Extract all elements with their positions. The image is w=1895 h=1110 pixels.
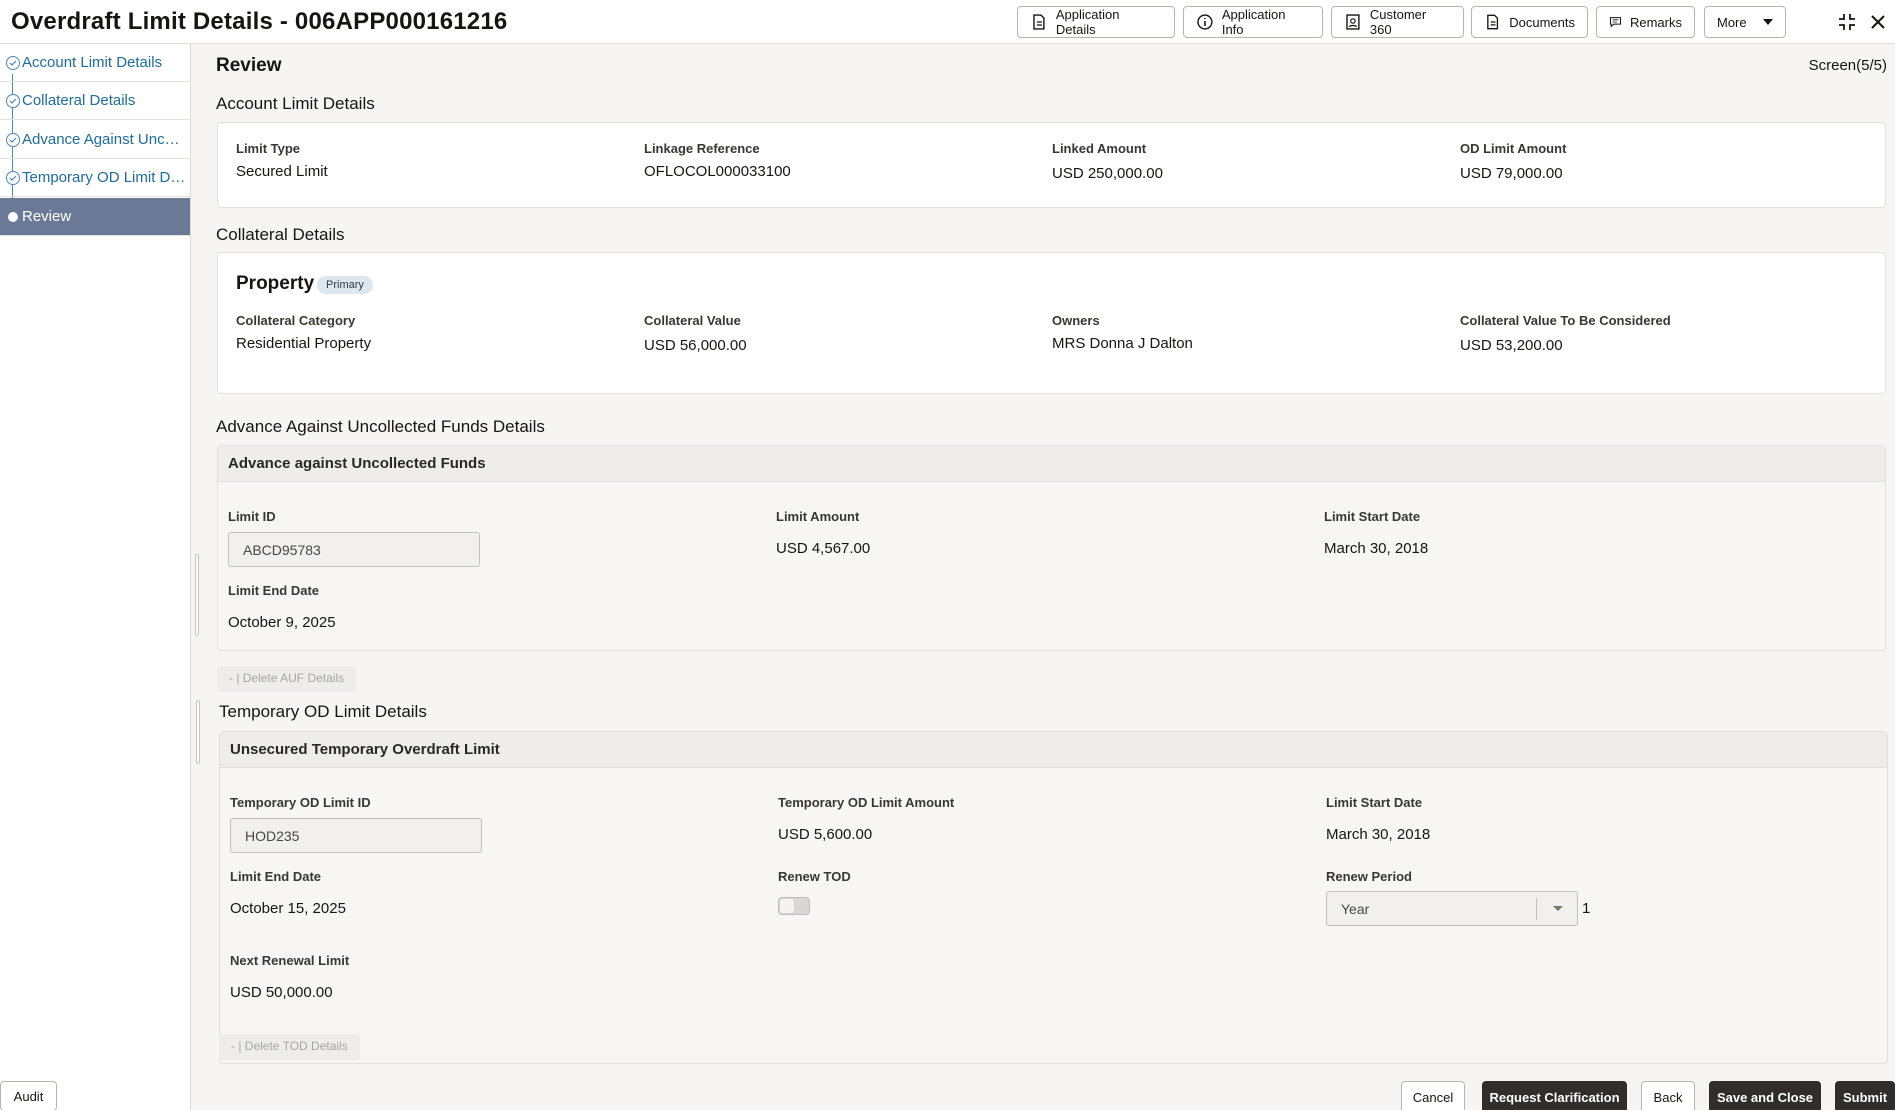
collateral-value-value: USD 56,000.00	[644, 337, 747, 354]
contact-card-icon	[1346, 14, 1360, 30]
resize-handle[interactable]	[195, 554, 199, 636]
collateral-heading: Collateral Details	[216, 225, 345, 244]
limit-end-date-label: Limit End Date	[228, 583, 320, 598]
more-menu-button[interactable]: More	[1704, 6, 1786, 38]
limit-id-label: Limit ID	[228, 509, 276, 524]
primary-badge: Primary	[317, 276, 373, 294]
renew-period-count: 1	[1582, 900, 1591, 917]
collateral-value-label: Collateral Value	[644, 313, 741, 328]
linkage-reference-label: Linkage Reference	[644, 141, 760, 156]
linked-amount-value: USD 250,000.00	[1052, 165, 1163, 182]
collateral-name: Property	[236, 273, 315, 294]
limit-type-label: Limit Type	[236, 141, 301, 156]
sidebar-item-collateral-details[interactable]: Collateral Details	[0, 82, 190, 120]
limit-end-date-value: October 9, 2025	[228, 614, 336, 631]
renew-tod-toggle[interactable]	[778, 897, 810, 915]
renew-period-label: Renew Period	[1326, 869, 1412, 884]
od-limit-amount-label: OD Limit Amount	[1460, 141, 1567, 156]
linkage-reference-value: OFLOCOL000033100	[644, 163, 791, 180]
documents-button[interactable]: Documents	[1471, 6, 1588, 38]
collateral-category-label: Collateral Category	[236, 313, 356, 328]
auf-heading: Advance Against Uncollected Funds Detail…	[216, 417, 545, 436]
limit-id-field[interactable]: ABCD95783	[228, 532, 480, 567]
documents-icon	[1487, 14, 1499, 30]
sidebar-item-account-limit-details[interactable]: Account Limit Details	[0, 44, 190, 82]
tod-limit-id-field[interactable]: HOD235	[230, 818, 482, 853]
tod-end-date-label: Limit End Date	[230, 869, 322, 884]
tod-card: Unsecured Temporary Overdraft Limit Temp…	[219, 731, 1888, 1064]
current-step-icon	[8, 211, 18, 222]
sidebar-item-review[interactable]: Review	[0, 198, 190, 236]
collateral-category-value: Residential Property	[236, 335, 372, 352]
check-icon	[6, 55, 20, 70]
audit-button[interactable]: Audit	[0, 1081, 57, 1110]
application-info-button[interactable]: Application Info	[1183, 6, 1323, 38]
tod-start-date-label: Limit Start Date	[1326, 795, 1423, 810]
info-icon	[1197, 14, 1213, 30]
screen-indicator: Screen(5/5)	[1808, 57, 1887, 74]
limit-start-date-label: Limit Start Date	[1324, 509, 1421, 524]
renew-tod-label: Renew TOD	[778, 869, 851, 884]
check-icon	[6, 170, 20, 185]
next-renewal-limit-label: Next Renewal Limit	[230, 953, 350, 968]
save-and-close-button[interactable]: Save and Close	[1709, 1081, 1821, 1110]
document-icon	[1033, 14, 1045, 30]
page-title: Overdraft Limit Details - 006APP00016121…	[11, 8, 508, 35]
back-button[interactable]: Back	[1641, 1081, 1695, 1110]
tod-start-date-value: March 30, 2018	[1326, 826, 1431, 843]
delete-tod-button[interactable]: - | Delete TOD Details	[219, 1034, 360, 1060]
next-renewal-limit-value: USD 50,000.00	[230, 984, 333, 1001]
owners-label: Owners	[1052, 313, 1100, 328]
resize-handle[interactable]	[196, 700, 200, 764]
submit-button[interactable]: Submit	[1835, 1081, 1895, 1110]
delete-auf-button[interactable]: - | Delete AUF Details	[217, 666, 357, 692]
tod-card-header: Unsecured Temporary Overdraft Limit	[220, 732, 1887, 768]
tod-limit-id-label: Temporary OD Limit ID	[230, 795, 371, 810]
tod-limit-amount-value: USD 5,600.00	[778, 826, 873, 843]
limit-amount-value: USD 4,567.00	[776, 540, 871, 557]
application-details-button[interactable]: Application Details	[1017, 6, 1175, 38]
close-icon[interactable]	[1866, 10, 1890, 34]
caret-down-icon	[1763, 19, 1773, 25]
main-content: Review Screen(5/5) Account Limit Details…	[192, 44, 1895, 1110]
cancel-button[interactable]: Cancel	[1401, 1081, 1465, 1110]
request-clarification-button[interactable]: Request Clarification	[1482, 1081, 1627, 1110]
account-limit-card: Limit Type Secured Limit Linkage Referen…	[217, 122, 1886, 208]
owners-value: MRS Donna J Dalton	[1052, 335, 1193, 352]
renew-period-select[interactable]: Year	[1326, 891, 1578, 926]
account-limit-heading: Account Limit Details	[216, 94, 375, 113]
collateral-considered-label: Collateral Value To Be Considered	[1460, 313, 1671, 328]
collateral-card: Property Primary Collateral Category Res…	[217, 252, 1886, 394]
linked-amount-label: Linked Amount	[1052, 141, 1147, 156]
comment-icon	[1609, 17, 1622, 28]
collapse-icon[interactable]	[1835, 10, 1859, 34]
sidebar-item-temporary-od-limit[interactable]: Temporary OD Limit Details	[0, 159, 190, 197]
check-icon	[6, 93, 20, 108]
limit-type-value: Secured Limit	[236, 163, 328, 180]
auf-card: Advance against Uncollected Funds Limit …	[217, 445, 1886, 651]
customer-360-button[interactable]: Customer 360	[1331, 6, 1464, 38]
od-limit-amount-value: USD 79,000.00	[1460, 165, 1563, 182]
sidebar-item-advance-against-uncollected[interactable]: Advance Against Uncollected Funds Detail…	[0, 121, 190, 159]
chevron-down-icon	[1553, 906, 1563, 911]
auf-card-header: Advance against Uncollected Funds	[218, 446, 1885, 482]
remarks-button[interactable]: Remarks	[1596, 6, 1695, 38]
collateral-considered-value: USD 53,200.00	[1460, 337, 1563, 354]
tod-limit-amount-label: Temporary OD Limit Amount	[778, 795, 955, 810]
limit-amount-label: Limit Amount	[776, 509, 860, 524]
review-title: Review	[216, 55, 282, 76]
tod-end-date-value: October 15, 2025	[230, 900, 346, 917]
check-icon	[6, 132, 20, 147]
limit-start-date-value: March 30, 2018	[1324, 540, 1429, 557]
train-stop-sidebar: Account Limit Details Collateral Details…	[0, 44, 191, 1110]
page-header: Overdraft Limit Details - 006APP00016121…	[0, 0, 1895, 44]
tod-heading: Temporary OD Limit Details	[219, 702, 427, 721]
